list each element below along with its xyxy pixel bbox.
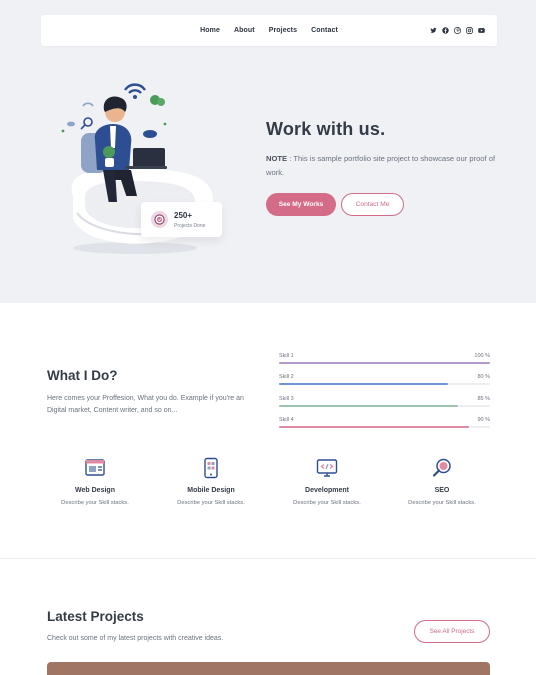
skill-fill (279, 383, 448, 385)
latest-projects-description: Check out some of my latest projects wit… (47, 635, 224, 642)
what-i-do-title: What I Do? (47, 368, 118, 383)
nav-link-about[interactable]: About (234, 27, 255, 34)
project-card[interactable] (47, 662, 490, 675)
service-seo: SEO Describe your Skill stacks. (392, 457, 492, 506)
nav-links: Home About Projects Contact (41, 15, 497, 46)
projects-done-label: Projects Done (174, 223, 206, 229)
navbar: Home About Projects Contact (41, 15, 497, 46)
web-design-icon (84, 457, 106, 479)
skill-name: Skill 2 (279, 374, 294, 380)
mobile-design-icon (200, 457, 222, 479)
facebook-icon[interactable] (442, 27, 449, 34)
target-icon (151, 211, 168, 228)
service-desc: Describe your Skill stacks. (293, 500, 361, 506)
skill-track (279, 383, 490, 385)
skill-track (279, 405, 490, 407)
hero-note: NOTE : This is sample portfolio site pro… (266, 152, 496, 180)
skill-bar-2: Skill 2 80 % (279, 374, 490, 390)
service-title: Web Design (75, 487, 115, 494)
skill-name: Skill 1 (279, 353, 294, 359)
skill-bar-3: Skill 3 85 % (279, 396, 490, 412)
pinterest-icon[interactable] (454, 27, 461, 34)
nav-link-home[interactable]: Home (200, 27, 220, 34)
skill-name: Skill 4 (279, 417, 294, 423)
service-desc: Describe your Skill stacks. (177, 500, 245, 506)
contact-me-button[interactable]: Contact Me (341, 193, 404, 216)
skill-name: Skill 3 (279, 396, 294, 402)
projects-done-card: 250+ Projects Done (141, 202, 222, 237)
youtube-icon[interactable] (478, 27, 485, 34)
service-web-design: Web Design Describe your Skill stacks. (45, 457, 145, 506)
latest-projects-title: Latest Projects (47, 609, 144, 624)
skill-track (279, 426, 490, 428)
hero-section: Home About Projects Contact 250+ Project… (0, 0, 536, 303)
skill-bar-1: Skill 1 100 % (279, 353, 490, 369)
section-divider (0, 558, 536, 559)
service-development: Development Describe your Skill stacks. (277, 457, 377, 506)
skill-bar-4: Skill 4 90 % (279, 417, 490, 433)
projects-done-count: 250+ (174, 211, 193, 220)
what-i-do-description: Here comes your Proffesion, What you do.… (47, 395, 244, 414)
nav-link-contact[interactable]: Contact (311, 27, 338, 34)
twitter-icon[interactable] (430, 27, 437, 34)
skill-value: 80 % (477, 374, 490, 380)
service-title: SEO (434, 487, 450, 494)
instagram-icon[interactable] (466, 27, 473, 34)
see-my-works-button[interactable]: See My Works (266, 193, 336, 216)
development-icon (316, 457, 338, 479)
skill-value: 100 % (474, 353, 490, 359)
skill-value: 90 % (477, 417, 490, 423)
seo-icon (431, 457, 453, 479)
service-desc: Describe your Skill stacks. (408, 500, 476, 506)
social-links (430, 15, 485, 46)
skill-track (279, 362, 490, 364)
hero-title: Work with us. (266, 119, 386, 139)
service-desc: Describe your Skill stacks. (61, 500, 129, 506)
service-title: Development (305, 487, 349, 494)
skill-fill (279, 426, 469, 428)
skill-fill (279, 362, 490, 364)
skill-value: 85 % (477, 396, 490, 402)
service-mobile-design: Mobile Design Describe your Skill stacks… (161, 457, 261, 506)
skill-fill (279, 405, 459, 407)
nav-link-projects[interactable]: Projects (269, 27, 297, 34)
see-all-projects-button[interactable]: See All Projects (414, 620, 490, 643)
note-text: : This is sample portfolio site project … (266, 154, 496, 177)
service-title: Mobile Design (187, 487, 235, 494)
note-label: NOTE (266, 154, 288, 163)
